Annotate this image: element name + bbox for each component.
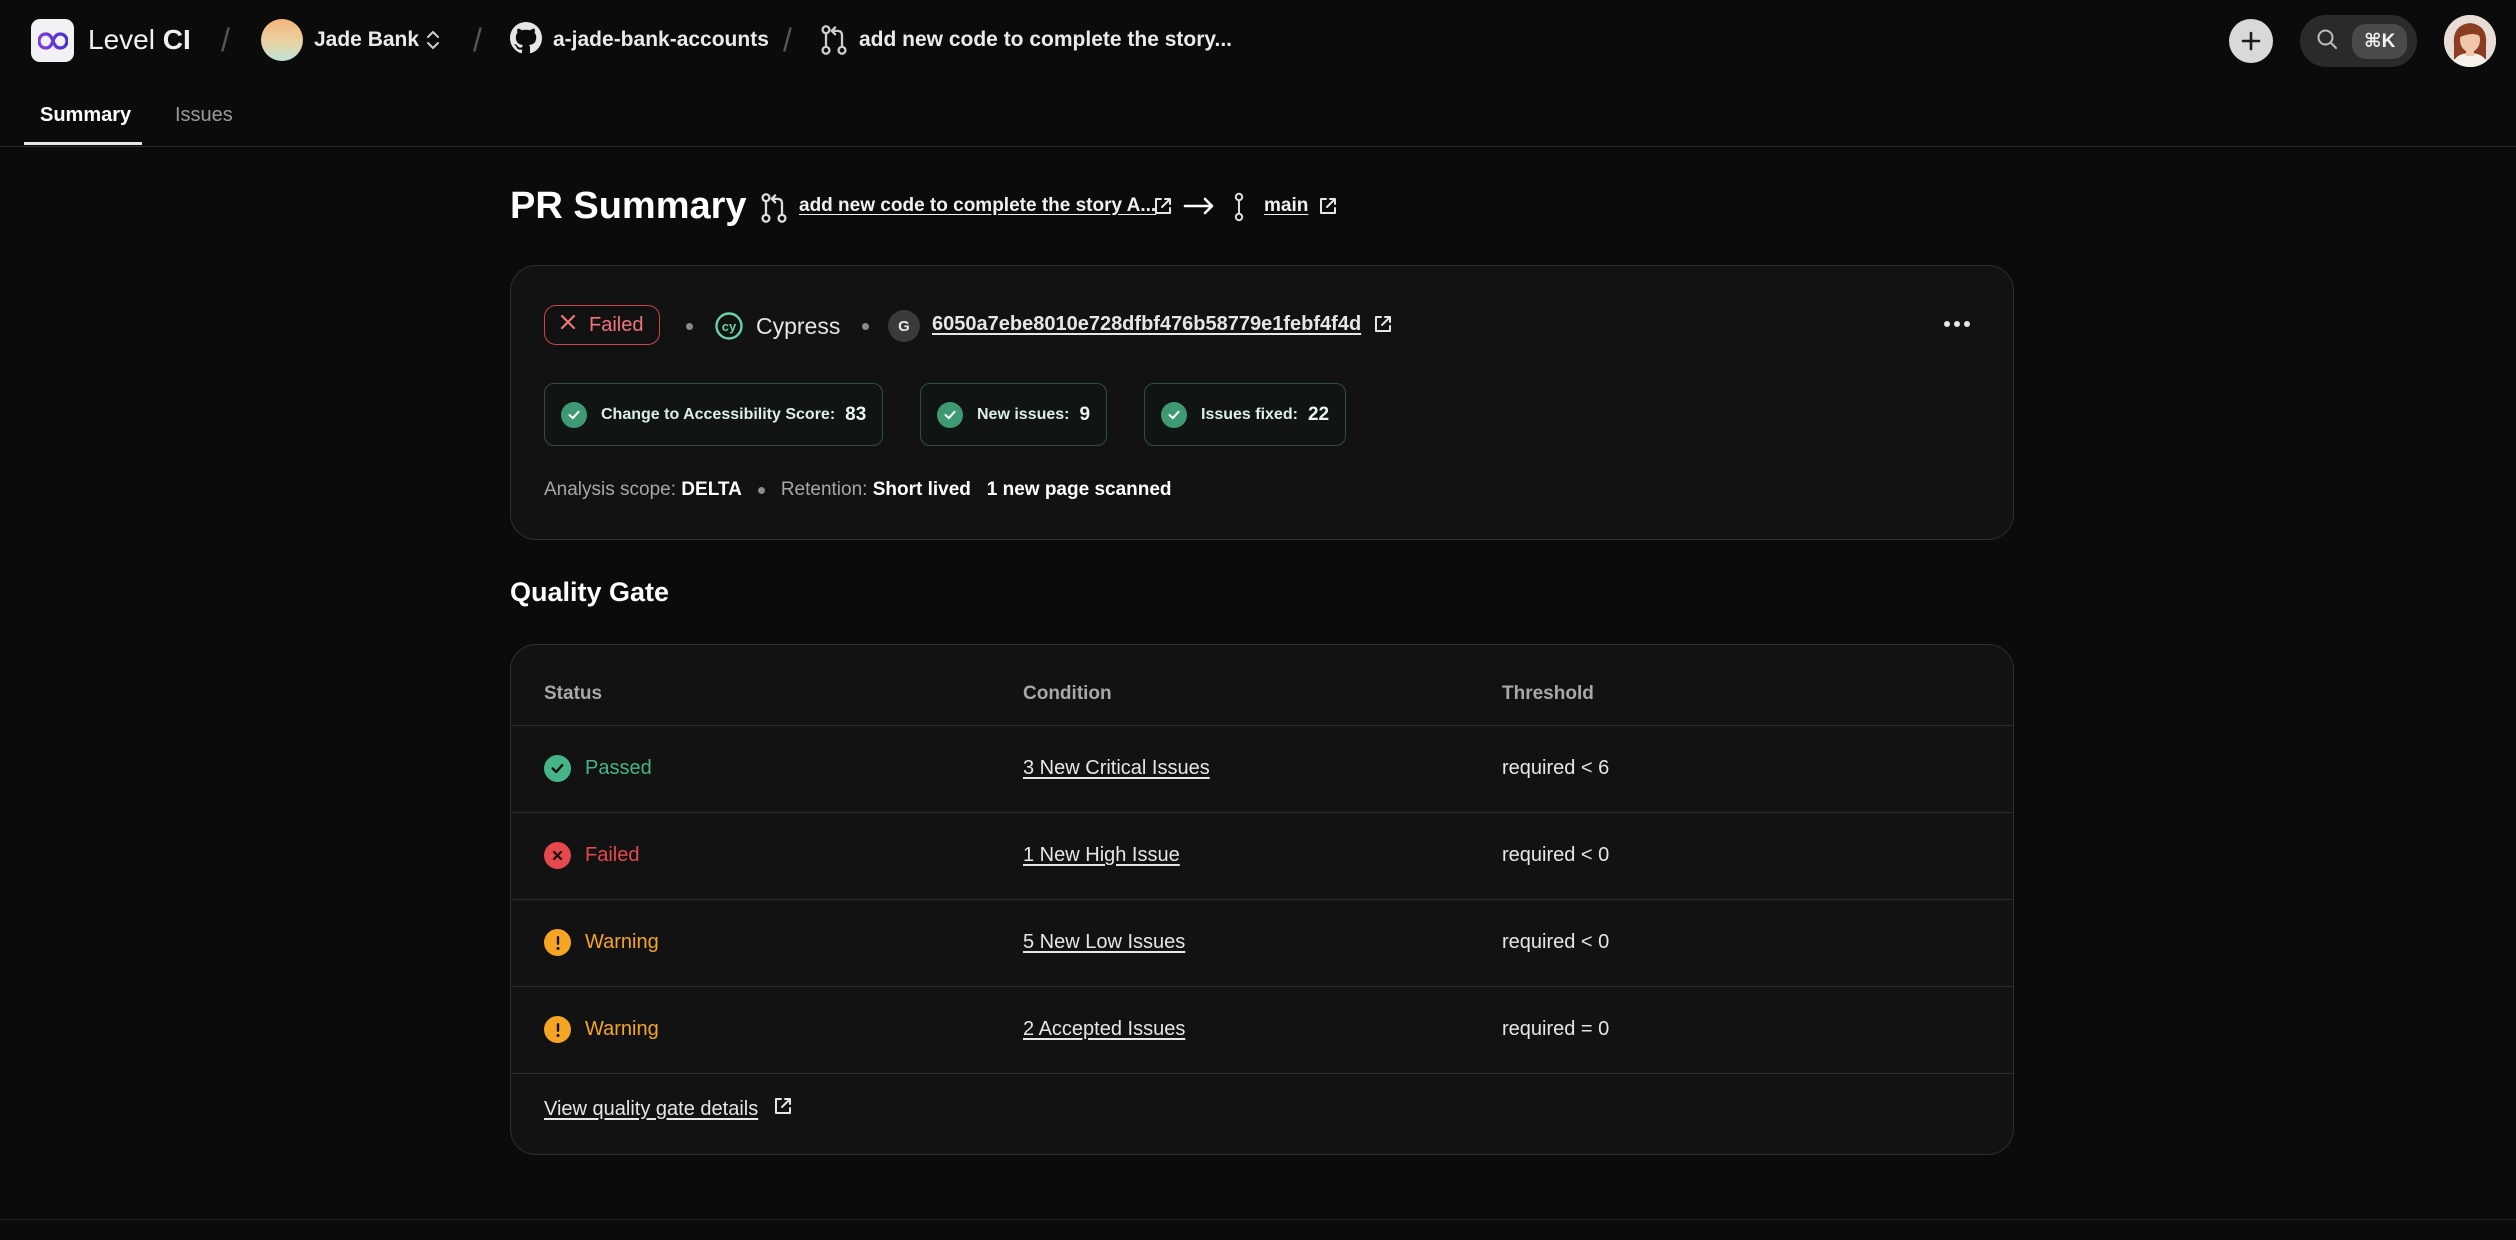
column-header-condition: Condition (1023, 683, 1112, 704)
separator-dot (686, 323, 693, 330)
metric-value: 9 (1079, 403, 1091, 425)
status-cell: Warning (544, 1016, 659, 1043)
check-circle-icon (1161, 401, 1187, 428)
condition-link[interactable]: 3 New Critical Issues (1023, 757, 1210, 780)
pull-request-icon (820, 24, 848, 61)
branch-icon (1231, 192, 1247, 227)
table-row: Passed 3 New Critical Issues required < … (511, 725, 2013, 812)
metric-new-issues: New issues: 9 (920, 383, 1108, 446)
cypress-icon: cy (714, 311, 744, 346)
close-icon (559, 313, 577, 337)
target-branch-link[interactable]: main (1264, 195, 1308, 217)
repo-name[interactable]: a-jade-bank-accounts (553, 28, 769, 52)
quality-gate-table: Status Condition Threshold Passed 3 New … (510, 644, 2014, 1155)
divider (0, 1219, 2516, 1220)
metric-label: New issues: (977, 405, 1070, 423)
more-options-icon[interactable] (1942, 316, 1972, 334)
status-label: Failed (589, 313, 644, 336)
breadcrumb-separator: / (783, 22, 792, 58)
search-icon (2316, 28, 2338, 55)
external-link-icon[interactable] (1152, 195, 1174, 222)
metric-label: Issues fixed: (1201, 405, 1298, 423)
status-label: Warning (585, 931, 659, 953)
condition-link[interactable]: 1 New High Issue (1023, 844, 1180, 867)
level-logo-icon[interactable] (31, 19, 74, 62)
scope-value: DELTA (681, 479, 742, 500)
commit-author-avatar: G (888, 310, 920, 342)
tool-name: Cypress (756, 313, 841, 339)
check-circle-icon (561, 401, 587, 428)
threshold-value: required < 0 (1502, 931, 1610, 953)
metric-accessibility-score: Change to Accessibility Score: 83 (544, 383, 884, 446)
org-switcher-icon[interactable] (423, 26, 443, 59)
arrow-right-icon (1183, 195, 1215, 222)
metric-label: Change to Accessibility Score: (601, 405, 836, 423)
status-badge: Failed (544, 305, 661, 345)
metric-issues-fixed: Issues fixed: 22 (1144, 383, 1347, 446)
table-row: Warning 2 Accepted Issues required = 0 (511, 986, 2013, 1073)
user-avatar[interactable] (2444, 15, 2496, 67)
column-header-threshold: Threshold (1502, 683, 1594, 704)
app-name: Level CI (88, 24, 191, 55)
external-link-icon[interactable] (1372, 313, 1394, 340)
details-link-label: View quality gate details (544, 1097, 759, 1120)
table-row: Failed 1 New High Issue required < 0 (511, 812, 2013, 899)
pages-scanned: 1 new page scanned (986, 479, 1172, 500)
search-button[interactable]: ⌘K (2300, 15, 2417, 67)
status-cell: Warning (544, 929, 659, 956)
condition-link[interactable]: 2 Accepted Issues (1023, 1018, 1185, 1041)
pull-request-icon (760, 192, 788, 229)
status-label: Warning (585, 1018, 659, 1040)
retention-label: Retention: (780, 479, 868, 500)
threshold-value: required < 6 (1502, 757, 1610, 779)
warning-icon (544, 1016, 571, 1043)
search-shortcut: ⌘K (2352, 23, 2408, 59)
svg-text:cy: cy (722, 319, 737, 334)
org-name[interactable]: Jade Bank (314, 28, 419, 52)
threshold-value: required < 0 (1502, 844, 1610, 866)
tab-summary[interactable]: Summary (40, 104, 131, 127)
scope-label: Analysis scope: (544, 479, 677, 500)
add-button[interactable] (2229, 19, 2273, 63)
active-tab-indicator (24, 142, 142, 145)
table-row: Warning 5 New Low Issues required < 0 (511, 899, 2013, 986)
summary-card: Failed cy Cypress G 6050a7ebe8010e728dfb… (510, 265, 2014, 540)
quality-gate-title: Quality Gate (510, 577, 670, 607)
top-bar: Level CI / Jade Bank / a-jade-bank-accou… (0, 0, 2516, 80)
org-avatar[interactable] (261, 19, 303, 61)
tab-issues[interactable]: Issues (175, 104, 233, 127)
retention-value: Short lived (872, 479, 971, 500)
separator-dot (862, 323, 869, 330)
github-icon (510, 22, 542, 59)
metric-value: 83 (845, 403, 867, 425)
analysis-info: Analysis scope: DELTA Retention: Short l… (544, 479, 1172, 501)
breadcrumb-separator: / (221, 22, 230, 58)
check-circle-icon (937, 401, 963, 428)
threshold-value: required = 0 (1502, 1018, 1610, 1040)
metric-value: 22 (1307, 403, 1330, 425)
breadcrumb-separator: / (473, 22, 482, 58)
source-branch-link[interactable]: add new code to complete the story A... (799, 195, 1156, 217)
separator-dot (757, 486, 765, 494)
view-quality-gate-details-link[interactable]: View quality gate details (544, 1095, 794, 1123)
page-title: PR Summary (510, 185, 747, 227)
status-cell: Failed (544, 842, 639, 869)
check-circle-icon (544, 755, 571, 782)
commit-sha-link[interactable]: 6050a7ebe8010e728dfbf476b58779e1febf4f4d (932, 313, 1361, 336)
condition-link[interactable]: 5 New Low Issues (1023, 931, 1185, 954)
tab-bar: Summary Issues (0, 80, 2516, 147)
warning-icon (544, 929, 571, 956)
pr-title[interactable]: add new code to complete the story... (859, 28, 1232, 52)
external-link-icon (772, 1095, 794, 1123)
status-label: Passed (585, 757, 652, 779)
external-link-icon[interactable] (1317, 195, 1339, 222)
x-circle-icon (544, 842, 571, 869)
column-header-status: Status (544, 683, 603, 704)
status-cell: Passed (544, 755, 652, 782)
status-label: Failed (585, 844, 640, 866)
